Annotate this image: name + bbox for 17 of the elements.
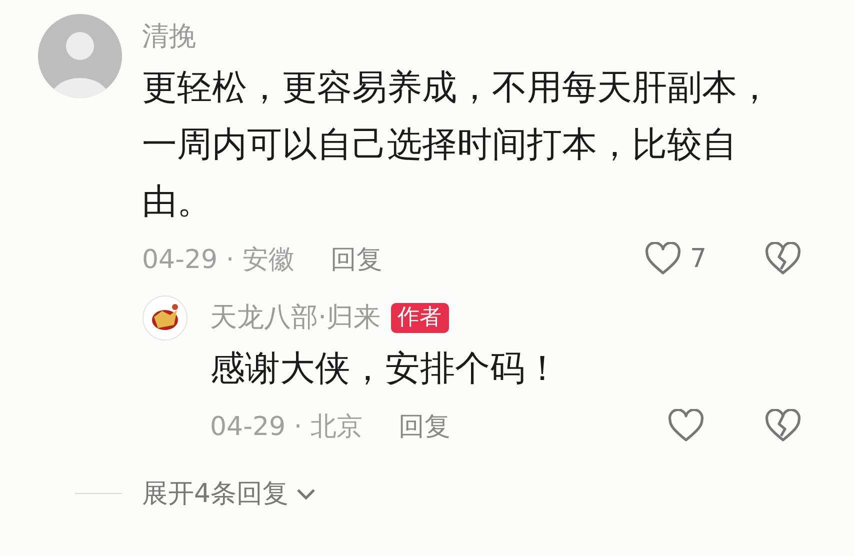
comment-text: 更轻松，更容易养成，不用每天肝副本，一周内可以自己选择时间打本，比较自由。 [142, 67, 773, 224]
like-count: 7 [690, 244, 707, 274]
dislike-icon[interactable] [764, 409, 802, 443]
reply-text: 感谢大侠，安排个码！ [210, 348, 561, 391]
dislike-icon[interactable] [764, 242, 802, 276]
game-logo-icon[interactable] [142, 295, 188, 341]
like-icon[interactable] [644, 242, 682, 276]
author-tag: 作者 [390, 303, 449, 333]
reply-date-location: 04-29 · 北京 [210, 410, 362, 444]
comment-date-location: 04-29 · 安徽 [142, 244, 294, 276]
like-icon[interactable] [667, 409, 705, 443]
chevron-down-icon [294, 486, 317, 500]
replier-name[interactable]: 天龙八部·归来 [210, 295, 381, 341]
commenter-name[interactable]: 清挽 [142, 14, 196, 60]
reply-link[interactable]: 回复 [398, 408, 450, 444]
reply-link[interactable]: 回复 [330, 242, 382, 276]
expand-replies-button[interactable]: 展开4条回复 [142, 476, 317, 511]
